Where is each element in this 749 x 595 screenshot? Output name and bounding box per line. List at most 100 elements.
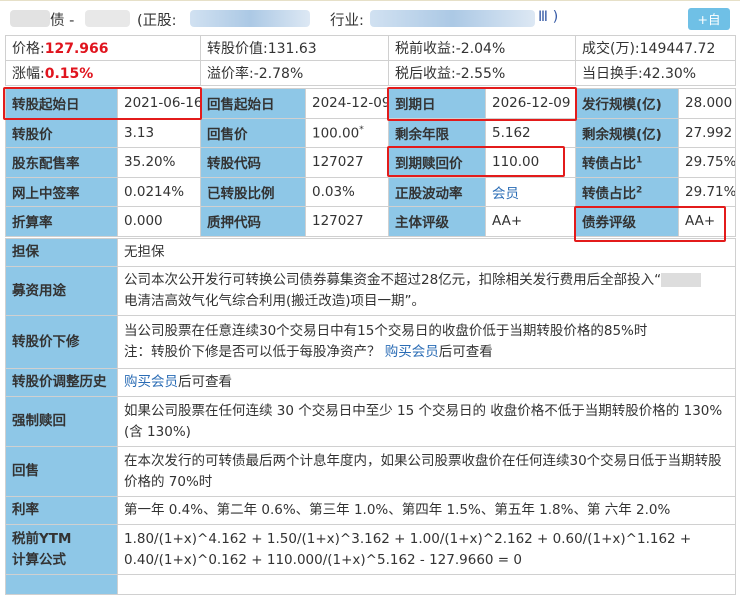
redacted-code <box>85 10 130 27</box>
maturity-date-label: 到期日 <box>388 88 486 119</box>
row-value: 购买会员后可查看 <box>117 368 736 397</box>
change-cell: 涨幅:0.15% <box>5 60 201 86</box>
putback-start-value: 2024-12-09 <box>305 88 389 119</box>
issuer-rating-value: AA+ <box>485 206 576 237</box>
row-value: 第一年 0.4%、第二年 0.6%、第三年 1.0%、第四年 1.5%、第五年 … <box>117 496 736 525</box>
row-value: 无担保 <box>117 238 736 267</box>
bond-name: 债 - <box>50 13 75 29</box>
redemption-price-value: 110.00 <box>485 147 576 178</box>
conversion-rate-label: 折算率 <box>5 206 118 237</box>
terms-row: 转股价 3.13 回售价 100.00* 剩余年限 5.162 剩余规模(亿) 27.992 <box>5 117 736 148</box>
summary-row: 价格:127.966 转股价值:131.63 税前收益:-2.04% 成交(万)… <box>5 35 736 61</box>
detail-row-guarantee: 担保 无担保 <box>5 238 736 267</box>
bond-terms-table: 转股起始日 2021-06-16 回售起始日 2024-12-09 到期日 2026-12… <box>5 88 736 237</box>
terms-row: 转股起始日 2021-06-16 回售起始日 2024-12-09 到期日 2026-12… <box>5 88 736 119</box>
buy-membership-link[interactable]: 购买会员 <box>124 374 178 390</box>
remaining-size-value: 27.992 <box>678 117 736 148</box>
row-label: 募资用途 <box>5 266 118 316</box>
issue-size-label: 发行规模(亿) <box>575 88 679 119</box>
pledge-code-value: 127027 <box>305 206 389 237</box>
row-value: 当公司股票在任意连续30个交易日中有15个交易日的收盘价低于当期转股价格的85%… <box>117 315 736 369</box>
detail-row-forced-redemption: 强制赎回 如果公司股票在任何连续 30 个交易日中至少 15 个交易日的 收盘价格… <box>5 396 736 447</box>
bond-ratio-2-label: 转债占比2 <box>575 176 679 207</box>
maturity-date-value: 2026-12-09 <box>485 88 576 119</box>
putback-price-label: 回售价 <box>200 117 306 148</box>
converted-ratio-value: 0.03% <box>305 176 389 207</box>
footnote-mark: 2 <box>636 185 643 196</box>
conversion-start-label: 转股起始日 <box>5 88 118 119</box>
terms-row: 网上中签率 0.0214% 已转股比例 0.03% 正股波动率 会员 转债占比2 29.71% <box>5 176 736 207</box>
buy-membership-link[interactable]: 购买会员 <box>385 344 439 360</box>
row-label: 利率 <box>5 496 118 525</box>
issuer-rating-label: 主体评级 <box>388 206 486 237</box>
aftertax-yield-cell: 税后收益:-2.55% <box>388 60 576 86</box>
pretax-yield-cell: 税前收益:-2.04% <box>388 35 576 61</box>
footnote-mark: 1 <box>636 155 643 166</box>
detail-row-ytm: 税前YTM 计算公式 1.80/(1+x)^4.162 + 1.50/(1+x)^3… <box>5 524 736 575</box>
bond-rating-value: AA+ <box>678 206 736 237</box>
redacted-industry <box>370 10 535 27</box>
row-label <box>5 574 118 595</box>
detail-row-empty <box>5 574 736 595</box>
bond-title-bar: 债 - (正股: 行业: Ⅲ ) +自选 <box>0 0 740 46</box>
conversion-code-value: 127027 <box>305 147 389 178</box>
conversion-rate-value: 0.000 <box>117 206 201 237</box>
industry-suffix: Ⅲ ) <box>538 9 559 25</box>
row-value: 公司本次公开发行可转换公司债券募集资金不超过28亿元，扣除相关发行费用后全部投入… <box>117 266 736 316</box>
bond-ratio-1-value: 29.75% <box>678 147 736 178</box>
row-value: 在本次发行的可转债最后两个计息年度内，如果公司股票收盘价在任何连续30个交易日低… <box>117 446 736 497</box>
putback-start-label: 回售起始日 <box>200 88 306 119</box>
putback-price-value: 100.00* <box>305 117 389 148</box>
pledge-code-label: 质押代码 <box>200 206 306 237</box>
footnote-mark: * <box>359 124 364 135</box>
terms-row: 股东配售率 35.20% 转股代码 127027 到期赎回价 110.00 转债占比1 29.… <box>5 147 736 178</box>
detail-row-interest: 利率 第一年 0.4%、第二年 0.6%、第三年 1.0%、第四年 1.5%、第五… <box>5 496 736 525</box>
detail-row-putback: 回售 在本次发行的可转债最后两个计息年度内，如果公司股票收盘价在任何连续30个交易… <box>5 446 736 497</box>
conversion-value-cell: 转股价值:131.63 <box>200 35 389 61</box>
converted-ratio-label: 已转股比例 <box>200 176 306 207</box>
bond-rating-label: 债券评级 <box>575 206 679 237</box>
row-label: 税前YTM 计算公式 <box>5 524 118 575</box>
issue-size-value: 28.000 <box>678 88 736 119</box>
redemption-price-label: 到期赎回价 <box>388 147 486 178</box>
turnover-rate-cell: 当日换手:42.30% <box>575 60 736 86</box>
stock-volatility-value[interactable]: 会员 <box>485 176 576 207</box>
detail-row-revision-history: 转股价调整历史 购买会员后可查看 <box>5 368 736 397</box>
price-cell: 价格:127.966 <box>5 35 201 61</box>
online-lottery-rate-label: 网上中签率 <box>5 176 118 207</box>
allotment-rate-value: 35.20% <box>117 147 201 178</box>
conversion-price-value: 3.13 <box>117 117 201 148</box>
industry-label: 行业: <box>330 13 364 29</box>
price-value: 127.966 <box>44 41 109 57</box>
change-value: 0.15% <box>44 66 94 82</box>
turnover-amount-cell: 成交(万):149447.72 <box>575 35 736 61</box>
stock-volatility-label: 正股波动率 <box>388 176 486 207</box>
row-value: 如果公司股票在任何连续 30 个交易日中至少 15 个交易日的 收盘价格不低于当… <box>117 396 736 447</box>
add-watchlist-button[interactable]: +自选 <box>688 8 730 46</box>
bond-details-table: 担保 无担保 募资用途 公司本次公开发行可转换公司债券募集资金不超过28亿元，扣除相… <box>5 238 736 595</box>
allotment-rate-label: 股东配售率 <box>5 147 118 178</box>
conversion-code-label: 转股代码 <box>200 147 306 178</box>
stock-label: (正股: <box>137 13 177 29</box>
summary-row: 涨幅:0.15% 溢价率:-2.78% 税后收益:-2.55% 当日换手:42.… <box>5 60 736 86</box>
row-label: 转股价调整历史 <box>5 368 118 397</box>
redacted-text <box>661 273 702 287</box>
row-label: 担保 <box>5 238 118 267</box>
row-value: 1.80/(1+x)^4.162 + 1.50/(1+x)^3.162 + 1.… <box>117 524 736 575</box>
row-label: 转股价下修 <box>5 315 118 369</box>
row-value <box>117 574 736 595</box>
remaining-years-label: 剩余年限 <box>388 117 486 148</box>
remaining-size-label: 剩余规模(亿) <box>575 117 679 148</box>
conversion-start-value: 2021-06-16 <box>117 88 201 119</box>
detail-row-price-revision: 转股价下修 当公司股票在任意连续30个交易日中有15个交易日的收盘价低于当期转股价… <box>5 315 736 369</box>
bond-ratio-2-value: 29.71% <box>678 176 736 207</box>
detail-row-use-of-funds: 募资用途 公司本次公开发行可转换公司债券募集资金不超过28亿元，扣除相关发行费用后… <box>5 266 736 316</box>
summary-table: 价格:127.966 转股价值:131.63 税前收益:-2.04% 成交(万)… <box>5 35 736 86</box>
premium-cell: 溢价率:-2.78% <box>200 60 389 86</box>
bond-ratio-1-label: 转债占比1 <box>575 147 679 178</box>
member-link[interactable]: 会员 <box>492 186 519 202</box>
row-label: 回售 <box>5 446 118 497</box>
conversion-price-label: 转股价 <box>5 117 118 148</box>
redacted-stock <box>190 10 310 27</box>
row-label: 强制赎回 <box>5 396 118 447</box>
